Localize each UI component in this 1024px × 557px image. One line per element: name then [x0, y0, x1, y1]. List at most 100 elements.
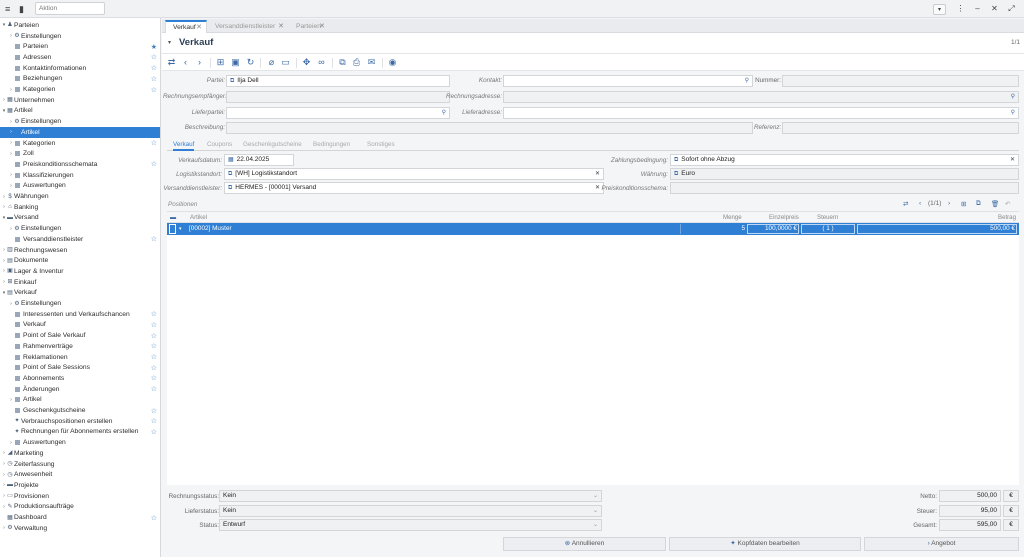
- star-icon[interactable]: ☆: [151, 407, 157, 415]
- kopfdaten-bearbeiten-button[interactable]: ✦ Kopfdaten bearbeiten: [669, 537, 861, 551]
- partei-field[interactable]: ⧉ Ilja Dell: [226, 75, 450, 87]
- versanddienstleister-field[interactable]: ⧉ HERMES - [00001] Versand ✕: [224, 182, 604, 194]
- switch-view-icon[interactable]: ⇄: [166, 57, 177, 68]
- star-icon[interactable]: ☆: [151, 235, 157, 243]
- sidebar-item-verwaltung[interactable]: › ⚙ Verwaltung: [0, 523, 160, 534]
- zahlungsbedingung-field[interactable]: ⧉ Sofort ohne Abzug ✕: [670, 154, 1019, 166]
- col-steuern[interactable]: Steuern: [817, 214, 838, 221]
- switch-view-icon[interactable]: ⇄: [903, 200, 908, 208]
- sidebar-item-lager[interactable]: › ▣ Lager & Inventur: [0, 266, 160, 277]
- sidebar-item-banking[interactable]: › ⌂ Banking: [0, 202, 160, 213]
- sidebar-item-einkauf[interactable]: › ⊞ Einkauf: [0, 277, 160, 288]
- previous-icon[interactable]: ‹: [180, 57, 191, 68]
- sidebar-item-artikel-einstellungen[interactable]: › ⚙ Einstellungen: [0, 116, 160, 127]
- star-icon[interactable]: ☆: [151, 321, 157, 329]
- status-field[interactable]: Entwurf ⌄: [219, 519, 602, 531]
- sidebar-item-einstellungen[interactable]: › ⚙ Einstellungen: [0, 31, 160, 42]
- globe-icon[interactable]: ◉: [387, 57, 398, 68]
- star-icon[interactable]: ☆: [151, 353, 157, 361]
- star-icon[interactable]: ☆: [151, 374, 157, 382]
- sidebar-item-waehrungen[interactable]: › $ Währungen: [0, 191, 160, 202]
- sidebar-item-dashboard[interactable]: ▦ Dashboard ☆: [0, 512, 160, 523]
- previous-icon[interactable]: ‹: [919, 200, 921, 207]
- sidebar-item-pos-sessions[interactable]: Point of Sale Sessions ☆: [0, 362, 160, 373]
- bookmark-icon[interactable]: ▮: [19, 3, 31, 15]
- note-icon[interactable]: ▭: [280, 57, 291, 68]
- sidebar-item-dokumente[interactable]: › ▤ Dokumente: [0, 255, 160, 266]
- subtab-geschenkgutscheine[interactable]: Geschenkgutscheine: [243, 139, 302, 151]
- sidebar-item-rechnungen-abos[interactable]: ✦ Rechnungen für Abonnements erstellen ☆: [0, 427, 160, 438]
- sidebar-item-klassifizierungen[interactable]: › Klassifizierungen: [0, 170, 160, 181]
- sidebar-item-reklamationen[interactable]: Reklamationen ☆: [0, 352, 160, 363]
- star-icon[interactable]: ☆: [151, 310, 157, 318]
- sidebar-item-beziehungen[interactable]: Beziehungen ☆: [0, 74, 160, 85]
- sidebar-item-verkauf-einstellungen[interactable]: › ⚙ Einstellungen: [0, 298, 160, 309]
- sidebar-item-zoll[interactable]: › Zoll: [0, 148, 160, 159]
- col-betrag[interactable]: Betrag: [998, 214, 1016, 221]
- user-menu-dropdown[interactable]: ▾: [933, 3, 946, 15]
- close-tab-icon[interactable]: ✕: [278, 20, 284, 33]
- maximize-icon[interactable]: ⤢: [1003, 2, 1020, 16]
- sidebar-item-marketing[interactable]: › ◢ Marketing: [0, 448, 160, 459]
- sidebar-item-verkauf-auswertungen[interactable]: › Auswertungen: [0, 437, 160, 448]
- beschreibung-field[interactable]: [226, 122, 753, 134]
- sidebar-item-kategorien[interactable]: › Kategorien ☆: [0, 84, 160, 95]
- sidebar-item-parteien[interactable]: ▾ ♟ Parteien: [0, 20, 160, 31]
- sidebar-item-rechnungswesen[interactable]: › ▥ Rechnungswesen: [0, 245, 160, 256]
- sidebar-item-parteien-list[interactable]: Parteien ★: [0, 41, 160, 52]
- star-icon[interactable]: ☆: [151, 75, 157, 83]
- verkaufsdatum-field[interactable]: ▦ 22.04.2025: [224, 154, 294, 166]
- sidebar-item-geschenkgutscheine[interactable]: Geschenkgutscheine ☆: [0, 405, 160, 416]
- add-icon[interactable]: ⊞: [961, 200, 966, 208]
- subtab-bedingungen[interactable]: Bedingungen: [313, 139, 350, 151]
- edit-icon[interactable]: ⧉: [976, 200, 981, 208]
- preiskonditionsschema-field[interactable]: [670, 182, 1019, 194]
- star-icon[interactable]: ☆: [151, 139, 157, 147]
- star-icon[interactable]: ☆: [151, 53, 157, 61]
- clear-icon[interactable]: ✕: [1010, 155, 1015, 165]
- star-icon[interactable]: ☆: [151, 64, 157, 72]
- favorite-star-icon[interactable]: ★: [151, 43, 157, 51]
- sidebar-item-adressen[interactable]: Adressen ☆: [0, 52, 160, 63]
- kontakt-field[interactable]: ⚲: [503, 75, 753, 87]
- rechnungsempfaenger-field[interactable]: [226, 91, 450, 103]
- referenz-field[interactable]: [782, 122, 1019, 134]
- star-icon[interactable]: ☆: [151, 342, 157, 350]
- sidebar-item-aenderungen[interactable]: Änderungen ☆: [0, 384, 160, 395]
- reload-icon[interactable]: ↻: [245, 57, 256, 68]
- close-tab-icon[interactable]: ✕: [319, 20, 325, 33]
- sidebar-item-provisionen[interactable]: › ▭ Provisionen: [0, 491, 160, 502]
- new-record-icon[interactable]: ⊞: [215, 57, 226, 68]
- sidebar-item-abonnements[interactable]: Abonnements ☆: [0, 373, 160, 384]
- sidebar-item-kontaktinformationen[interactable]: Kontaktinformationen ☆: [0, 63, 160, 74]
- rechnungsadresse-field[interactable]: ⚲: [503, 91, 1019, 103]
- subtab-coupons[interactable]: Coupons: [207, 139, 232, 151]
- star-icon[interactable]: ☆: [151, 364, 157, 372]
- sidebar-item-pos-verkauf[interactable]: Point of Sale Verkauf ☆: [0, 330, 160, 341]
- next-icon[interactable]: ›: [948, 200, 950, 207]
- waehrung-field[interactable]: ⧉ Euro: [670, 168, 1019, 180]
- col-einzelpreis[interactable]: Einzelpreis: [769, 214, 799, 221]
- annullieren-button[interactable]: ⊗ Annullieren: [503, 537, 666, 551]
- sidebar-item-verkauf-artikel[interactable]: › Artikel: [0, 395, 160, 406]
- save-icon[interactable]: ▣: [230, 57, 241, 68]
- sidebar-item-verbrauchspositionen[interactable]: ✦ Verbrauchspositionen erstellen ☆: [0, 416, 160, 427]
- sidebar-item-anwesenheit[interactable]: › ◷ Anwesenheit: [0, 469, 160, 480]
- star-icon[interactable]: ☆: [151, 385, 157, 393]
- tab-verkauf[interactable]: Verkauf ✕: [165, 20, 207, 33]
- sidebar-item-projekte[interactable]: › ▬ Projekte: [0, 480, 160, 491]
- star-icon[interactable]: ☆: [151, 86, 157, 94]
- sidebar-item-rahmenvertraege[interactable]: Rahmenverträge ☆: [0, 341, 160, 352]
- select-all-icon[interactable]: ▬: [170, 214, 176, 221]
- email-icon[interactable]: ✉: [366, 57, 377, 68]
- sidebar-item-versand[interactable]: ▾ ▬ Versand: [0, 213, 160, 224]
- star-icon[interactable]: ☆: [151, 417, 157, 425]
- col-artikel[interactable]: Artikel: [190, 214, 207, 221]
- delete-icon[interactable]: 🗑: [991, 200, 999, 208]
- lieferadresse-field[interactable]: ⚲: [503, 107, 1019, 119]
- row-checkbox[interactable]: [169, 224, 176, 234]
- sidebar-item-verkauf[interactable]: ▾ ▤ Verkauf: [0, 288, 160, 299]
- action-search-input[interactable]: Aktion: [35, 2, 105, 15]
- sidebar-item-versand-einstellungen[interactable]: › ⚙ Einstellungen: [0, 223, 160, 234]
- action-icon[interactable]: ✥: [301, 57, 312, 68]
